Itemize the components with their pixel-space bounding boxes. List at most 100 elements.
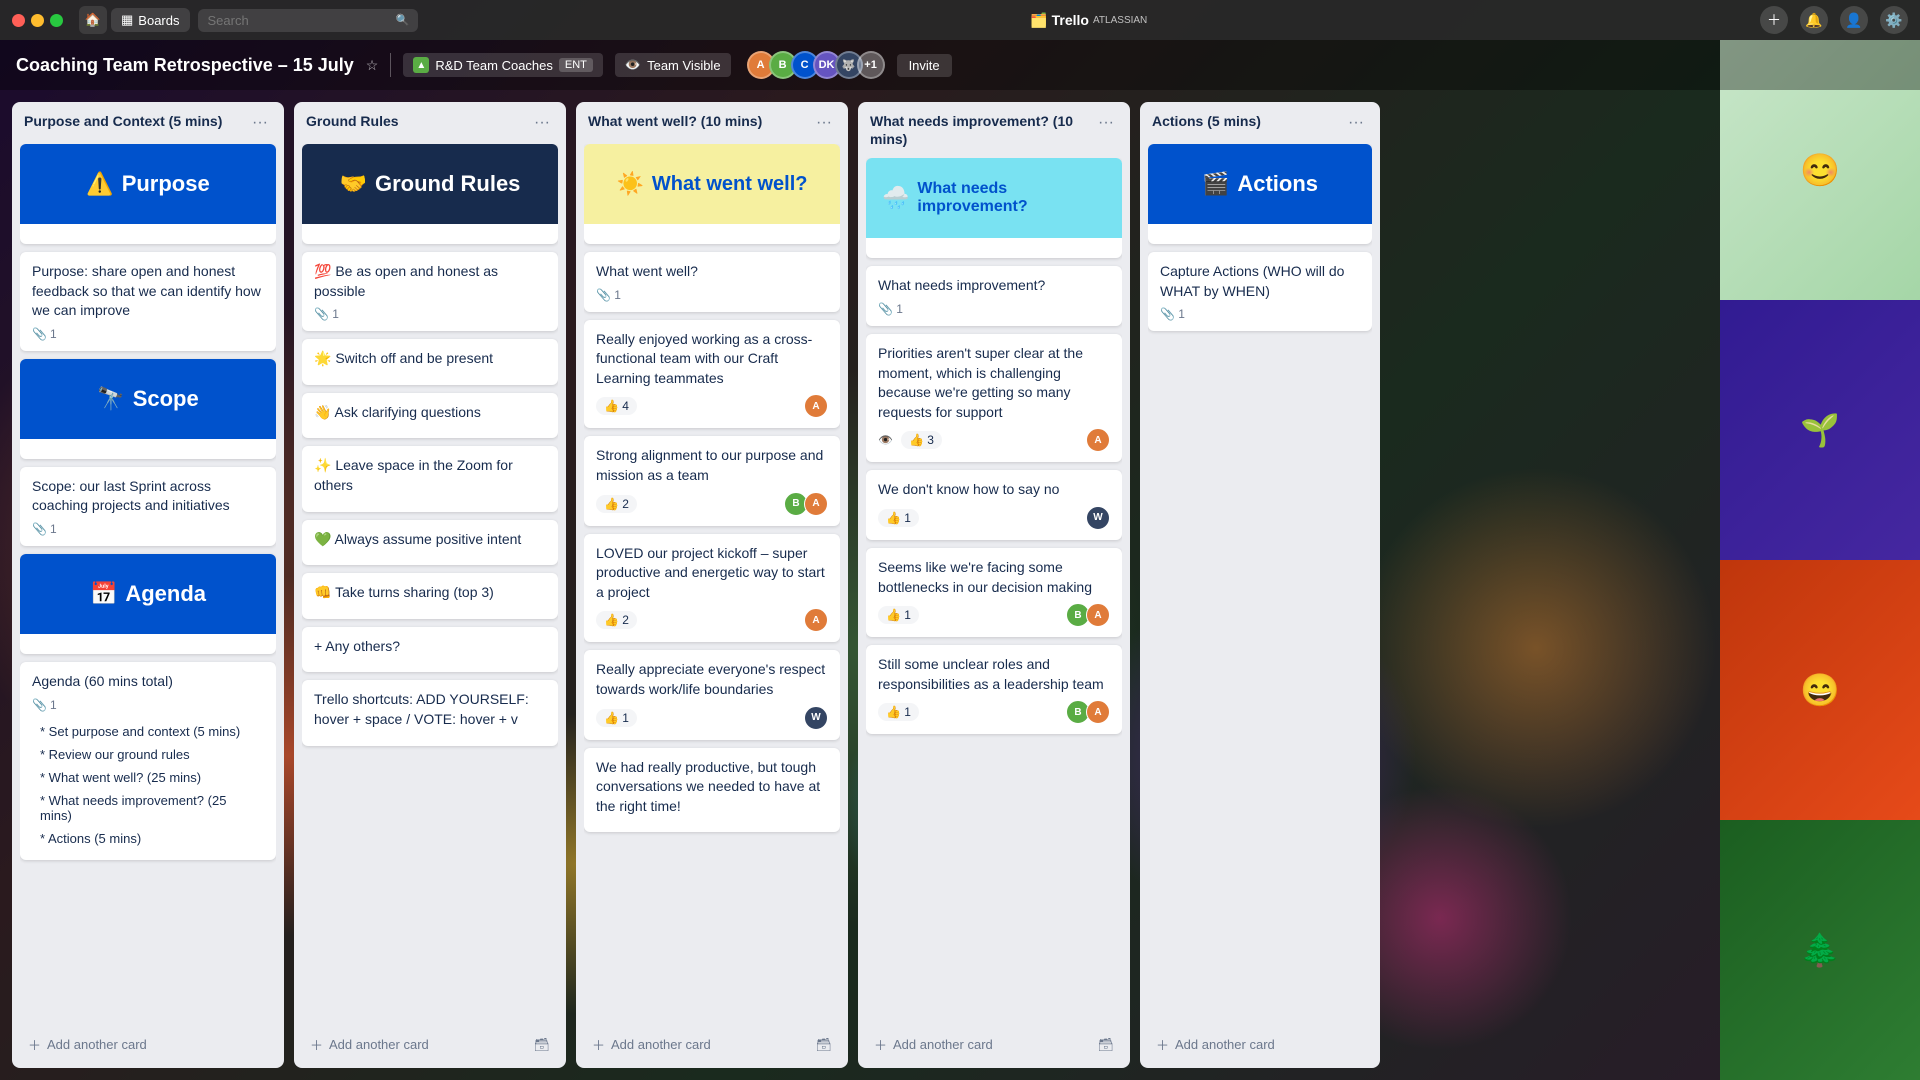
card-ni-priorities[interactable]: Priorities aren't super clear at the mom…: [866, 334, 1122, 462]
agenda-item-4: * What needs improvement? (25 mins): [32, 789, 264, 827]
like-badge-crossfunc[interactable]: 👍 4: [596, 397, 637, 415]
minimize-button[interactable]: [31, 14, 44, 27]
column-menu-actions[interactable]: ···: [1344, 112, 1368, 134]
card-ww-header[interactable]: ☀️ What went well?: [584, 144, 840, 244]
avatar-roles-2: A: [1086, 700, 1110, 724]
user-avatar-titlebar[interactable]: 👤: [1840, 6, 1868, 34]
search-input[interactable]: [198, 9, 418, 32]
card-scope-header[interactable]: 🔭 Scope: [20, 359, 276, 459]
column-title-ww: What went well? (10 mins): [588, 112, 812, 130]
card-scope-text: Scope: our last Sprint across coaching p…: [32, 477, 264, 516]
card-ni-roles[interactable]: Still some unclear roles and responsibil…: [866, 645, 1122, 734]
card-gr-turns[interactable]: 👊 Take turns sharing (top 3): [302, 573, 558, 619]
add-card-icon-ni: ＋: [874, 1035, 887, 1054]
like-badge-respect[interactable]: 👍 1: [596, 709, 637, 727]
card-avatars-bottlenecks: B A: [1066, 603, 1110, 627]
invite-button[interactable]: Invite: [897, 54, 952, 77]
agenda-item-3: * What went well? (25 mins): [32, 766, 264, 789]
avatar-count[interactable]: +1: [857, 51, 885, 79]
card-cover-scope: 🔭 Scope: [20, 359, 276, 439]
card-ni-question[interactable]: What needs improvement? 📎 1: [866, 266, 1122, 326]
add-card-ww[interactable]: ＋ Add another card 🗃: [584, 1029, 840, 1060]
card-gr-honest-title: 💯 Be as open and honest as possible: [314, 262, 546, 301]
avatar-crossfunc-1: A: [804, 394, 828, 418]
column-menu-ww[interactable]: ···: [812, 112, 836, 134]
cover-emoji-actions: 🎬: [1202, 171, 1229, 197]
cover-emoji-ni: 🌧️: [882, 185, 909, 211]
team-icon: ▲: [413, 57, 429, 73]
card-ni-bottlenecks[interactable]: Seems like we're facing some bottlenecks…: [866, 548, 1122, 637]
card-gr-space[interactable]: ✨ Leave space in the Zoom for others: [302, 446, 558, 511]
card-gr-positive[interactable]: 💚 Always assume positive intent: [302, 520, 558, 566]
column-menu-purpose[interactable]: ···: [248, 112, 272, 134]
column-title-purpose: Purpose and Context (5 mins): [24, 112, 248, 130]
add-card-ni[interactable]: ＋ Add another card 🗃: [866, 1029, 1122, 1060]
card-ni-sayno[interactable]: We don't know how to say no 👍 1 W: [866, 470, 1122, 540]
card-purpose-body[interactable]: Purpose: share open and honest feedback …: [20, 252, 276, 351]
eye-badge-priorities: 👁️: [878, 433, 893, 447]
home-button[interactable]: 🏠: [79, 6, 107, 34]
add-card-purpose[interactable]: ＋ Add another card: [20, 1029, 276, 1060]
card-gr-clarify[interactable]: 👋 Ask clarifying questions: [302, 393, 558, 439]
star-icon[interactable]: ☆: [366, 57, 379, 74]
card-cover-ww: ☀️ What went well?: [584, 144, 840, 224]
card-gr-present[interactable]: 🌟 Switch off and be present: [302, 339, 558, 385]
card-ww-respect[interactable]: Really appreciate everyone's respect tow…: [584, 650, 840, 739]
like-badge-kickoff[interactable]: 👍 2: [596, 611, 637, 629]
card-ni-header[interactable]: 🌧️ What needs improvement?: [866, 158, 1122, 258]
like-badge-roles[interactable]: 👍 1: [878, 703, 919, 721]
like-badge-sayno[interactable]: 👍 1: [878, 509, 919, 527]
add-card-icon-gr: ＋: [310, 1035, 323, 1054]
team-badge[interactable]: ▲ R&D Team Coaches ENT: [403, 53, 603, 77]
add-button[interactable]: ＋: [1760, 6, 1788, 34]
archive-icon-ww: 🗃: [815, 1037, 832, 1053]
board-header: Coaching Team Retrospective – 15 July ☆ …: [0, 40, 1920, 90]
card-gr-others[interactable]: + Any others?: [302, 627, 558, 673]
card-ni-priorities-meta: 👁️ 👍 3 A: [878, 428, 1110, 452]
card-gr-honest[interactable]: 💯 Be as open and honest as possible 📎 1: [302, 252, 558, 331]
card-scope-body[interactable]: Scope: our last Sprint across coaching p…: [20, 467, 276, 546]
card-ww-question[interactable]: What went well? 📎 1: [584, 252, 840, 312]
cards-list-purpose: ⚠️ Purpose Purpose: share open and hones…: [20, 144, 276, 1025]
card-ni-question-title: What needs improvement?: [878, 276, 1110, 296]
card-ww-kickoff[interactable]: LOVED our project kickoff – super produc…: [584, 534, 840, 643]
card-agenda-header[interactable]: 📅 Agenda: [20, 554, 276, 654]
attachment-icon-agenda: 📎: [32, 698, 47, 712]
visibility-badge[interactable]: 👁️ Team Visible: [615, 53, 731, 77]
card-ww-kickoff-title: LOVED our project kickoff – super produc…: [596, 544, 828, 603]
card-purpose-header[interactable]: ⚠️ Purpose: [20, 144, 276, 244]
add-card-label-actions: Add another card: [1175, 1037, 1275, 1052]
visibility-label: Team Visible: [647, 58, 720, 73]
close-button[interactable]: [12, 14, 25, 27]
card-ww-crossfunc[interactable]: Really enjoyed working as a cross-functi…: [584, 320, 840, 429]
card-ww-productive[interactable]: We had really productive, but tough conv…: [584, 748, 840, 833]
add-card-gr[interactable]: ＋ Add another card 🗃: [302, 1029, 558, 1060]
card-ni-roles-title: Still some unclear roles and responsibil…: [878, 655, 1110, 694]
card-actions-capture[interactable]: Capture Actions (WHO will do WHAT by WHE…: [1148, 252, 1372, 331]
maximize-button[interactable]: [50, 14, 63, 27]
column-needs-improvement: What needs improvement? (10 mins) ··· 🌧️…: [858, 102, 1130, 1068]
column-actions: Actions (5 mins) ··· 🎬 Actions Capture A…: [1140, 102, 1380, 1068]
add-card-actions[interactable]: ＋ Add another card: [1148, 1029, 1372, 1060]
card-gr-header[interactable]: 🤝 Ground Rules: [302, 144, 558, 244]
settings-icon[interactable]: ⚙️: [1880, 6, 1908, 34]
card-gr-shortcuts[interactable]: Trello shortcuts: ADD YOURSELF: hover + …: [302, 680, 558, 745]
like-badge-alignment[interactable]: 👍 2: [596, 495, 637, 513]
card-cover-actions: 🎬 Actions: [1148, 144, 1372, 224]
card-agenda-body[interactable]: Agenda (60 mins total) 📎 1 * Set purpose…: [20, 662, 276, 860]
notification-bell[interactable]: 🔔: [1800, 6, 1828, 34]
card-cover-agenda: 📅 Agenda: [20, 554, 276, 634]
cover-emoji-purpose: ⚠️: [86, 171, 113, 197]
column-menu-gr[interactable]: ···: [530, 112, 554, 134]
card-ww-alignment[interactable]: Strong alignment to our purpose and miss…: [584, 436, 840, 525]
like-badge-bottlenecks[interactable]: 👍 1: [878, 606, 919, 624]
add-card-icon-ww: ＋: [592, 1035, 605, 1054]
card-actions-header[interactable]: 🎬 Actions: [1148, 144, 1372, 244]
card-ww-crossfunc-meta: 👍 4 A: [596, 394, 828, 418]
archive-icon-gr: 🗃: [533, 1037, 550, 1053]
like-badge-priorities[interactable]: 👍 3: [901, 431, 942, 449]
attachment-icon: 📎: [32, 327, 47, 341]
column-menu-ni[interactable]: ···: [1094, 112, 1118, 134]
boards-button[interactable]: ▦ Boards: [111, 8, 190, 32]
card-ni-bottlenecks-title: Seems like we're facing some bottlenecks…: [878, 558, 1110, 597]
